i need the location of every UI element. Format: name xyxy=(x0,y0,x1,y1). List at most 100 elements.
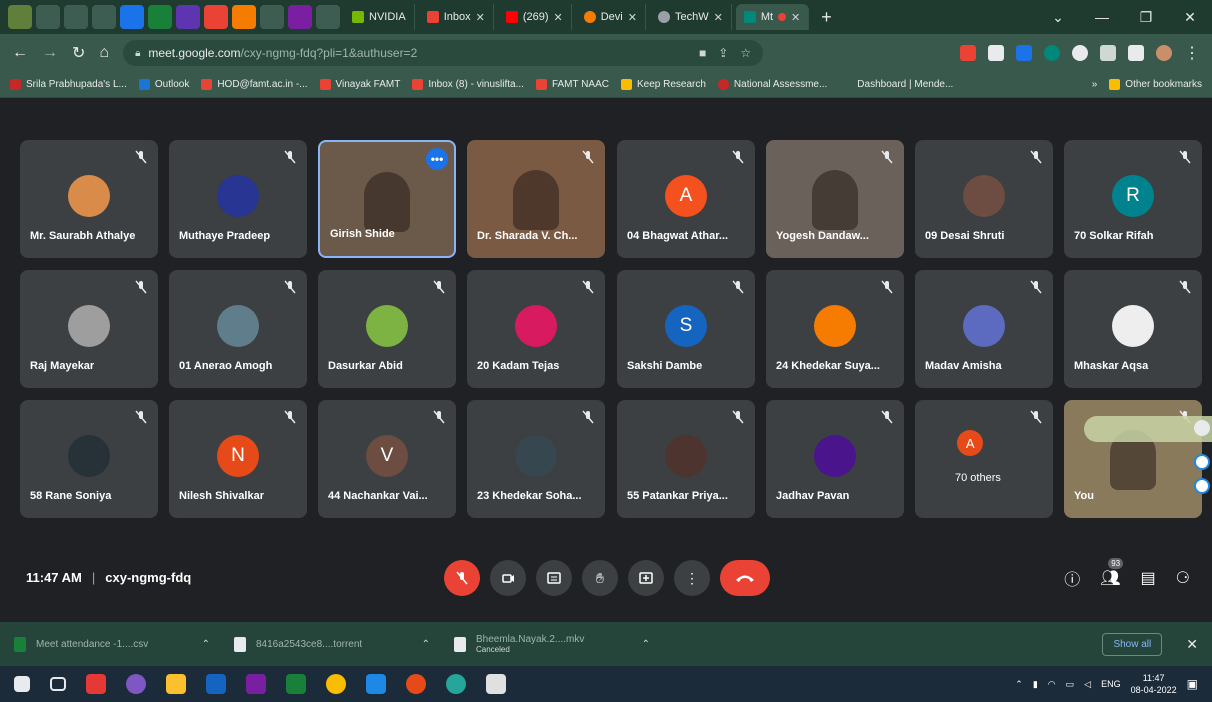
app-icon[interactable] xyxy=(486,674,506,694)
bookmark-item[interactable]: Srila Prabhupada's L... xyxy=(10,79,127,90)
mic-off-button[interactable] xyxy=(444,560,480,596)
minimize-icon[interactable]: — xyxy=(1080,9,1124,25)
bookmark-star-icon[interactable]: ☆ xyxy=(740,46,751,60)
chat-icon[interactable]: ▤ xyxy=(1141,568,1156,588)
clock[interactable]: 11:47 08-04-2022 xyxy=(1131,672,1177,696)
forward-icon[interactable]: → xyxy=(42,44,58,62)
restore-icon[interactable]: ❐ xyxy=(1124,9,1168,26)
participant-tile[interactable]: R 70 Solkar Rifah xyxy=(1064,140,1202,258)
participant-tile[interactable]: S Sakshi Dambe xyxy=(617,270,755,388)
bookmark-item[interactable]: National Assessme... xyxy=(717,79,827,90)
chevron-up-icon[interactable]: ⌃ xyxy=(642,639,650,650)
floating-extension-widget[interactable] xyxy=(1084,416,1212,442)
more-options-button[interactable]: ⋮ xyxy=(674,560,710,596)
file-explorer-icon[interactable] xyxy=(166,674,186,694)
participant-tile[interactable]: 23 Khedekar Soha... xyxy=(467,400,605,518)
bookmark-item[interactable]: Dashboard | Mende... xyxy=(857,79,953,90)
browser-tab[interactable]: Inbox ✕ xyxy=(419,4,494,30)
participant-tile[interactable]: Muthaye Pradeep xyxy=(169,140,307,258)
language-indicator[interactable]: ENG xyxy=(1101,679,1121,689)
more-options-icon[interactable]: ••• xyxy=(426,148,448,170)
browser-tab[interactable]: NVIDIA xyxy=(344,4,415,30)
reload-icon[interactable]: ↻ xyxy=(72,43,85,63)
bookmark-item[interactable]: HOD@famt.ac.in -... xyxy=(201,79,308,90)
participant-tile[interactable]: ••• Girish Shide xyxy=(318,140,456,258)
participant-tile[interactable]: 24 Khedekar Suya... xyxy=(766,270,904,388)
pinned-tab[interactable] xyxy=(288,5,312,29)
pinned-tab[interactable] xyxy=(316,5,340,29)
menu-icon[interactable]: ⋮ xyxy=(1184,43,1200,63)
pinned-tab[interactable] xyxy=(8,5,32,29)
visual-studio-icon[interactable] xyxy=(246,674,266,694)
camera-in-use-icon[interactable]: ■ xyxy=(699,46,706,60)
participant-tile[interactable]: Dr. Sharada V. Ch... xyxy=(467,140,605,258)
chevron-up-icon[interactable]: ⌃ xyxy=(422,639,430,650)
extension-icon[interactable] xyxy=(1044,45,1060,61)
participant-tile[interactable]: N Nilesh Shivalkar xyxy=(169,400,307,518)
show-all-downloads-button[interactable]: Show all xyxy=(1102,632,1163,656)
meeting-info-icon[interactable]: ⓘ xyxy=(1064,566,1080,590)
close-window-icon[interactable]: ✕ xyxy=(1168,9,1212,26)
participant-tile[interactable]: Raj Mayekar xyxy=(20,270,158,388)
captions-button[interactable] xyxy=(536,560,572,596)
pinned-tab[interactable] xyxy=(232,5,256,29)
people-icon[interactable]: 👥︎ 93 xyxy=(1100,558,1124,588)
close-icon[interactable]: ✕ xyxy=(476,11,485,24)
participant-tile[interactable]: 09 Desai Shruti xyxy=(915,140,1053,258)
participant-tile[interactable]: 55 Patankar Priya... xyxy=(617,400,755,518)
tab-search-icon[interactable]: ⌄ xyxy=(1036,9,1080,26)
participant-tile[interactable]: A 04 Bhagwat Athar... xyxy=(617,140,755,258)
close-icon[interactable]: ✕ xyxy=(554,11,563,24)
participant-tile[interactable]: A 70 others xyxy=(915,400,1053,518)
extensions-puzzle-icon[interactable] xyxy=(1128,45,1144,61)
extension-icon[interactable] xyxy=(1016,45,1032,61)
wifi-icon[interactable]: ◠ xyxy=(1048,679,1056,690)
new-tab-button[interactable]: + xyxy=(813,7,840,28)
browser-tab[interactable]: (269) ✕ xyxy=(498,4,572,30)
participant-tile[interactable]: V 44 Nachankar Vai... xyxy=(318,400,456,518)
participant-tile[interactable]: Dasurkar Abid xyxy=(318,270,456,388)
close-icon[interactable]: ✕ xyxy=(791,11,800,24)
extension-float-icon[interactable] xyxy=(1194,478,1210,494)
bookmark-item[interactable]: Vinayak FAMT xyxy=(319,79,400,90)
address-bar[interactable]: 🔒︎ meet.google.com/cxy-ngmg-fdq?pli=1&au… xyxy=(123,40,764,66)
pinned-tab[interactable] xyxy=(36,5,60,29)
download-item[interactable]: Meet attendance -1....csv ⌃ xyxy=(14,636,210,652)
other-bookmarks[interactable]: Other bookmarks xyxy=(1109,79,1202,90)
present-button[interactable] xyxy=(628,560,664,596)
bookmark-item[interactable]: FAMT NAAC xyxy=(535,79,609,90)
home-icon[interactable]: ⌂ xyxy=(99,44,109,62)
participant-tile[interactable]: 01 Anerao Amogh xyxy=(169,270,307,388)
chevron-up-icon[interactable]: ⌃ xyxy=(1015,679,1023,690)
bookmark-item[interactable]: Keep Research xyxy=(620,79,706,90)
extension-icon[interactable] xyxy=(988,45,1004,61)
pinned-tab[interactable] xyxy=(120,5,144,29)
download-item[interactable]: Bheemla.Nayak.2....mkv Canceled ⌃ xyxy=(454,634,650,654)
gmail-extension-icon[interactable] xyxy=(960,45,976,61)
participant-tile[interactable]: Jadhav Pavan xyxy=(766,400,904,518)
volume-icon[interactable]: ◁ xyxy=(1084,679,1091,690)
participant-tile[interactable]: 20 Kadam Tejas xyxy=(467,270,605,388)
more-bookmarks-icon[interactable]: » xyxy=(1092,79,1098,90)
battery-icon[interactable]: ▭ xyxy=(1066,679,1075,690)
chrome-icon[interactable] xyxy=(326,674,346,694)
app-icon[interactable] xyxy=(126,674,146,694)
pinned-tab[interactable] xyxy=(92,5,116,29)
windows-start-icon[interactable] xyxy=(14,676,30,692)
close-icon[interactable]: ✕ xyxy=(628,11,637,24)
browser-tab-active[interactable]: Mt ✕ xyxy=(735,4,810,30)
participant-tile[interactable]: Mr. Saurabh Athalye xyxy=(20,140,158,258)
outlook-icon[interactable] xyxy=(206,674,226,694)
notifications-icon[interactable]: ▣ xyxy=(1187,677,1198,691)
network-icon[interactable]: ▮ xyxy=(1033,679,1038,690)
excel-icon[interactable] xyxy=(286,674,306,694)
bookmark-item[interactable]: Inbox (8) - vinuslifta... xyxy=(412,79,524,90)
leave-call-button[interactable] xyxy=(720,560,770,596)
share-icon[interactable]: ⇪ xyxy=(718,46,728,60)
chevron-up-icon[interactable]: ⌃ xyxy=(202,639,210,650)
participant-tile[interactable]: 58 Rane Soniya xyxy=(20,400,158,518)
close-icon[interactable]: ✕ xyxy=(714,11,723,24)
media-control-icon[interactable] xyxy=(1100,45,1116,61)
profile-avatar[interactable] xyxy=(1156,45,1172,61)
extension-float-icon[interactable] xyxy=(1194,420,1210,436)
